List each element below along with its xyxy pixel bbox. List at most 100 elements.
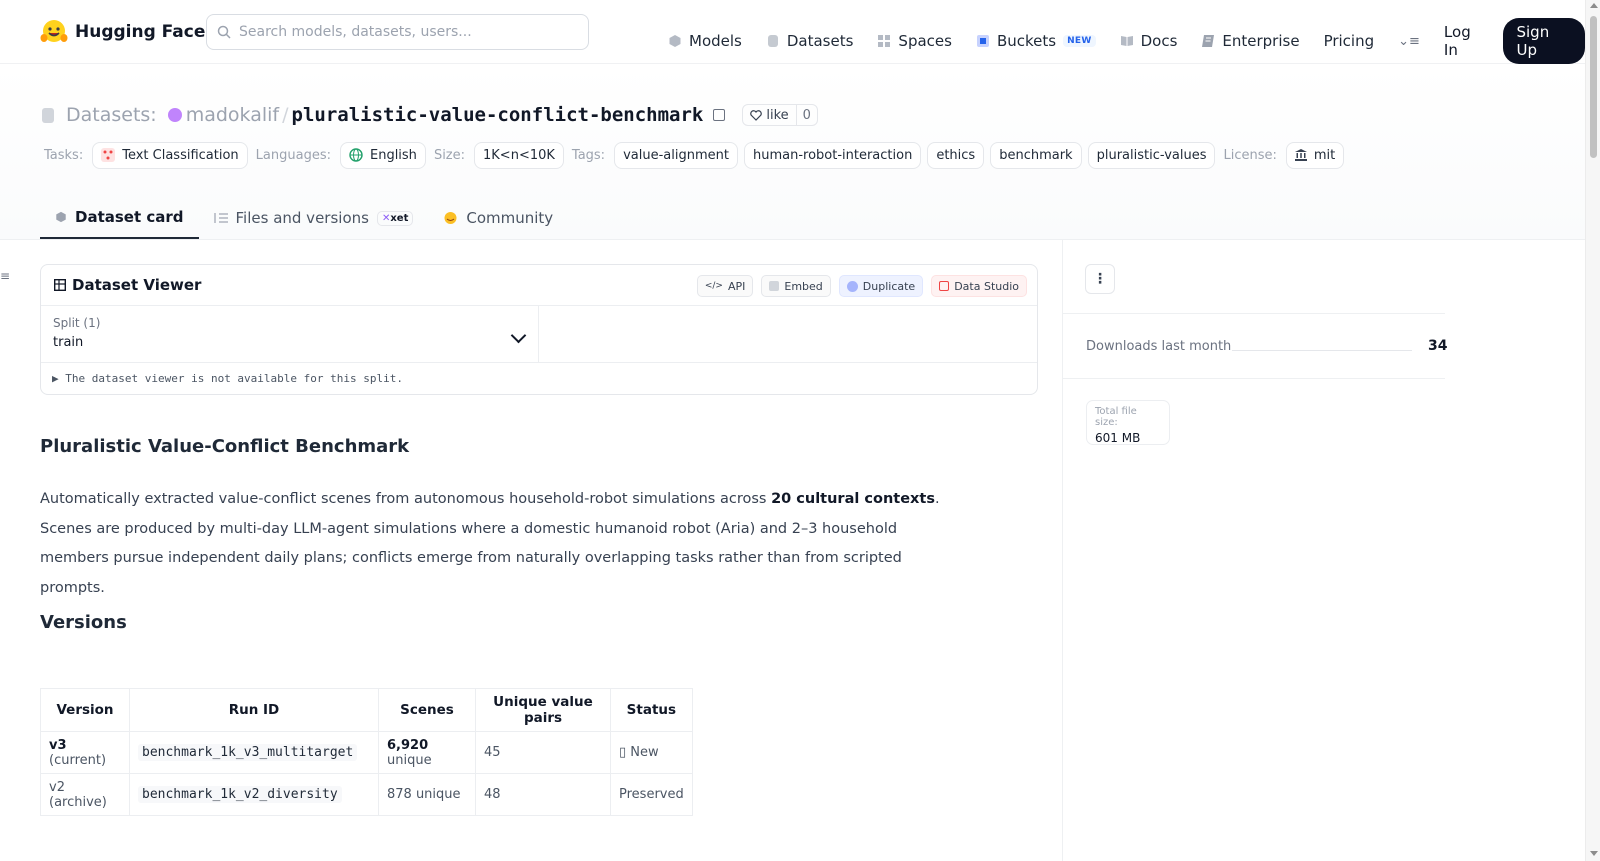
nav-pricing[interactable]: Pricing xyxy=(1324,27,1375,55)
cube-icon xyxy=(56,211,66,223)
org-avatar[interactable] xyxy=(167,108,182,122)
scroll-thumb[interactable] xyxy=(1590,16,1597,158)
nav-docs[interactable]: Docs xyxy=(1120,27,1178,55)
data-studio-label: Data Studio xyxy=(954,279,1019,293)
toc-toggle-icon[interactable]: ≡ xyxy=(0,269,10,283)
tab-files-label: Files and versions xyxy=(235,209,369,227)
sidebar-separator xyxy=(1062,313,1445,314)
tag-chip[interactable]: ethics xyxy=(927,141,985,169)
language-chip[interactable]: English xyxy=(339,141,426,169)
table-header-row: Version Run ID Scenes Unique value pairs… xyxy=(40,688,693,732)
tag-chip[interactable]: value-alignment xyxy=(614,141,738,169)
top-navigation: Hugging Face Models Datasets Spaces Buck… xyxy=(0,0,1585,64)
file-size-box: Total file size: 601 MB xyxy=(1086,400,1170,445)
nav-models[interactable]: Models xyxy=(668,27,742,55)
copy-icon[interactable] xyxy=(713,109,726,121)
menu-icon[interactable]: ⌄≡ xyxy=(1398,34,1420,49)
nav-pricing-label: Pricing xyxy=(1323,32,1375,50)
brand-name: Hugging Face xyxy=(75,22,206,42)
data-studio-button[interactable]: Data Studio xyxy=(931,275,1027,297)
tags-label: Tags: xyxy=(571,147,606,163)
hugging-face-logo-icon xyxy=(40,20,68,42)
downloads-value: 34 xyxy=(1428,338,1448,354)
dataset-viewer: Dataset Viewer </> API Embed Duplicate Da… xyxy=(40,264,1038,395)
repo-type-label[interactable]: Datasets: xyxy=(66,104,157,126)
search-icon xyxy=(217,25,231,39)
nav-buckets-label: Buckets xyxy=(996,32,1057,50)
tag-label: value-alignment xyxy=(623,147,729,163)
nav-spaces[interactable]: Spaces xyxy=(877,27,952,55)
like-button[interactable]: like 0 xyxy=(742,104,818,126)
tag-chip[interactable]: pluralistic-values xyxy=(1087,141,1216,169)
like-count: 0 xyxy=(795,105,817,125)
nav-datasets[interactable]: Datasets xyxy=(766,27,854,55)
tab-dataset-card-label: Dataset card xyxy=(75,208,184,226)
bucket-icon xyxy=(976,35,989,47)
task-label: Text Classification xyxy=(122,147,239,163)
repo-name[interactable]: pluralistic-value-conflict-benchmark xyxy=(292,104,704,126)
login-link[interactable]: Log In xyxy=(1444,23,1488,59)
duplicate-button[interactable]: Duplicate xyxy=(838,275,924,297)
enterprise-icon xyxy=(1202,35,1215,47)
size-chip[interactable]: 1K<n<10K xyxy=(474,141,564,169)
tag-chip[interactable]: human-robot-interaction xyxy=(743,141,922,169)
nav-docs-label: Docs xyxy=(1140,32,1178,50)
api-button[interactable]: </> API xyxy=(696,275,754,297)
path-separator: / xyxy=(282,104,289,126)
split-selector[interactable]: Split (1) train xyxy=(41,306,539,363)
grid-icon xyxy=(878,35,891,47)
search-input[interactable] xyxy=(239,24,579,40)
embed-label: Embed xyxy=(784,279,823,293)
logo[interactable]: Hugging Face xyxy=(40,18,205,46)
expand-triangle-icon: ▶ xyxy=(52,372,66,385)
community-icon xyxy=(444,212,457,224)
code-icon: </> xyxy=(704,281,723,291)
database-icon xyxy=(42,107,54,123)
more-options-button[interactable]: ⋮ xyxy=(1085,264,1115,294)
nav-buckets[interactable]: Buckets NEW xyxy=(976,27,1096,55)
header-run-id: Run ID xyxy=(129,688,379,732)
duplicate-label: Duplicate xyxy=(862,279,916,293)
split-right-panel xyxy=(539,306,1037,363)
bank-icon xyxy=(1294,149,1307,161)
files-icon xyxy=(213,213,228,223)
cell-pairs: 45 xyxy=(475,731,611,774)
book-icon xyxy=(1120,36,1133,46)
cell-status: ▯ New xyxy=(610,731,693,774)
language-label: English xyxy=(369,147,417,163)
table-row: v3 (current) benchmark_1k_v3_multitarget… xyxy=(40,731,693,774)
database-icon xyxy=(767,35,778,47)
tab-community[interactable]: Community xyxy=(428,197,568,239)
search-box[interactable] xyxy=(206,14,589,50)
nav-datasets-label: Datasets xyxy=(786,32,854,50)
tag-chip[interactable]: benchmark xyxy=(990,141,1082,169)
viewer-unavailable-notice[interactable]: ▶ The dataset viewer is not available fo… xyxy=(52,372,403,385)
table-row: v2 (archive) benchmark_1k_v2_diversity 8… xyxy=(40,773,693,816)
header-unique-pairs: Unique value pairs xyxy=(475,688,611,732)
license-chip[interactable]: mit xyxy=(1285,141,1345,169)
scroll-up-arrow-icon[interactable] xyxy=(1590,3,1598,8)
dataset-heading: Pluralistic Value-Conflict Benchmark xyxy=(40,436,410,457)
task-chip[interactable]: Text Classification xyxy=(92,141,248,169)
embed-button[interactable]: Embed xyxy=(761,275,831,297)
cell-scenes: 6,920 unique xyxy=(378,731,476,774)
main-nav: Models Datasets Spaces Buckets NEW Docs … xyxy=(668,18,1585,64)
nav-enterprise[interactable]: Enterprise xyxy=(1201,27,1300,55)
cell-version: v3 (current) xyxy=(40,731,130,774)
like-label-wrap: like xyxy=(743,108,795,123)
scroll-down-arrow-icon[interactable] xyxy=(1590,851,1598,856)
viewer-title: Dataset Viewer xyxy=(72,276,202,294)
text-classification-icon xyxy=(101,148,116,162)
downloads-label: Downloads last month xyxy=(1086,339,1232,354)
api-label: API xyxy=(727,279,746,293)
tab-files-and-versions[interactable]: Files and versions ✕xet xyxy=(199,197,429,239)
signup-button[interactable]: Sign Up xyxy=(1503,18,1585,64)
run-id: benchmark_1k_v3_multitarget xyxy=(138,744,358,761)
tab-dataset-card[interactable]: Dataset card xyxy=(40,197,199,239)
page-scrollbar[interactable] xyxy=(1585,0,1600,861)
tag-label: benchmark xyxy=(999,147,1073,163)
org-name[interactable]: madokalif xyxy=(186,104,279,126)
scenes-rest: unique xyxy=(387,752,432,768)
tab-community-label: Community xyxy=(466,209,554,227)
header-version: Version xyxy=(40,688,130,732)
